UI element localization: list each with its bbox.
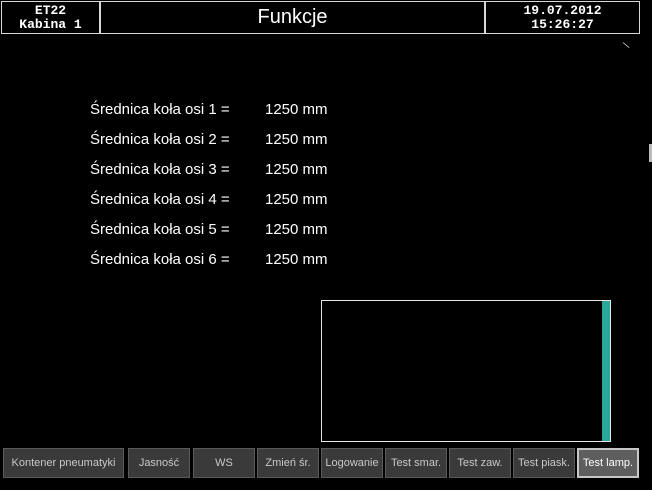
- tab-ws[interactable]: WS: [193, 448, 255, 478]
- axle-label: Średnica koła osi 6 =: [90, 250, 230, 268]
- axle-label: Średnica koła osi 3 =: [90, 160, 230, 178]
- axle-row-1: Średnica koła osi 1 = 1250 mm: [90, 94, 328, 124]
- axle-label: Średnica koła osi 1 =: [90, 100, 230, 118]
- axle-label: Średnica koła osi 4 =: [90, 190, 230, 208]
- tab-zmien-sr[interactable]: Zmień śr.: [257, 448, 319, 478]
- axle-row-4: Średnica koła osi 4 = 1250 mm: [90, 184, 328, 214]
- tab-test-zaw[interactable]: Test zaw.: [449, 448, 511, 478]
- axle-row-6: Średnica koła osi 6 = 1250 mm: [90, 244, 328, 274]
- top-bar: ET22 Kabina 1 Funkcje 19.07.2012 15:26:2…: [0, 0, 652, 36]
- corner-tick: [622, 42, 630, 49]
- page-title: Funkcje: [257, 6, 328, 28]
- axle-value: 1250 mm: [265, 160, 328, 178]
- axle-value: 1250 mm: [265, 130, 328, 148]
- tab-jasnosc[interactable]: Jasność: [128, 448, 190, 478]
- datetime-box: 19.07.2012 15:26:27: [485, 1, 640, 34]
- title-box: Funkcje: [100, 1, 485, 34]
- tab-test-lamp[interactable]: Test lamp.: [577, 448, 639, 478]
- cabin-label: Kabina 1: [19, 17, 82, 32]
- panel-accent-bar: [602, 301, 610, 441]
- device-info-box: ET22 Kabina 1: [1, 1, 100, 34]
- tab-logowanie[interactable]: Logowanie: [321, 448, 383, 478]
- function-tabs: Kontener pneumatyki Jasność WS Zmień śr.…: [0, 448, 652, 480]
- axle-row-5: Średnica koła osi 5 = 1250 mm: [90, 214, 328, 244]
- tab-test-piask[interactable]: Test piask.: [513, 448, 575, 478]
- axle-value: 1250 mm: [265, 250, 328, 268]
- axle-value: 1250 mm: [265, 190, 328, 208]
- axle-value: 1250 mm: [265, 100, 328, 118]
- date-display: 19.07.2012: [523, 3, 602, 18]
- axle-value: 1250 mm: [265, 220, 328, 238]
- tab-kontener-pneumatyki[interactable]: Kontener pneumatyki: [3, 448, 124, 478]
- device-id: ET22: [34, 3, 67, 18]
- axle-row-2: Średnica koła osi 2 = 1250 mm: [90, 124, 328, 154]
- axle-diameter-list: Średnica koła osi 1 = 1250 mm Średnica k…: [90, 94, 328, 274]
- axle-row-3: Średnica koła osi 3 = 1250 mm: [90, 154, 328, 184]
- axle-label: Średnica koła osi 2 =: [90, 130, 230, 148]
- tab-test-smar[interactable]: Test smar.: [385, 448, 447, 478]
- info-panel: [321, 300, 611, 442]
- axle-label: Średnica koła osi 5 =: [90, 220, 230, 238]
- time-display: 15:26:27: [531, 17, 594, 32]
